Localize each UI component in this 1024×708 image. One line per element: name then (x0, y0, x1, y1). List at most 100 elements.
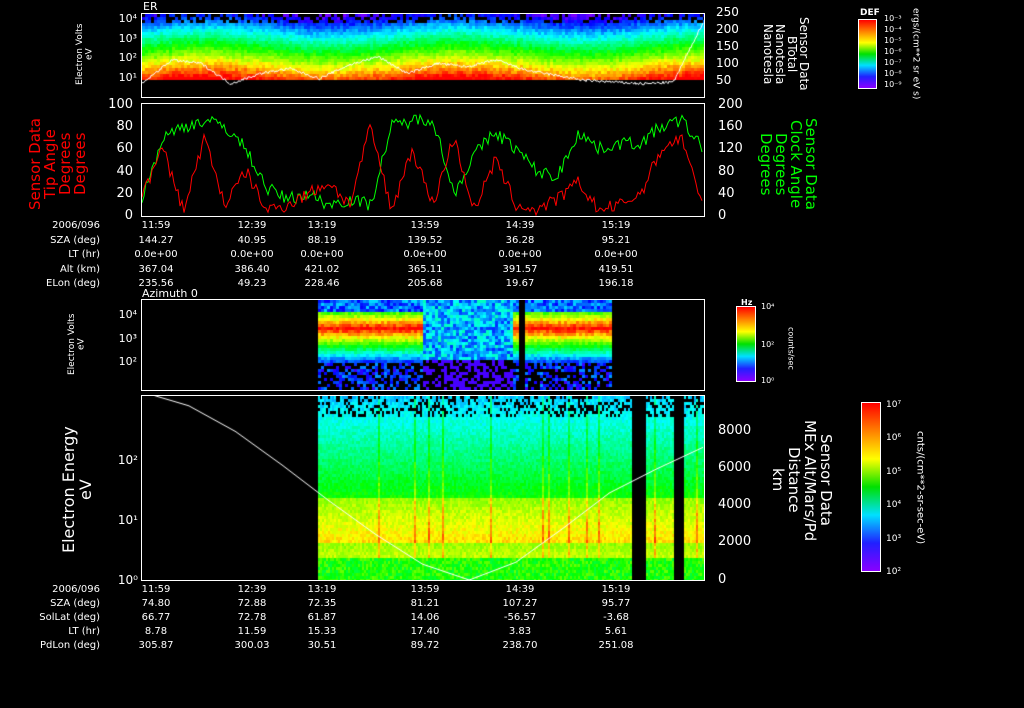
axis-label-line: Degrees (757, 132, 775, 196)
tick-label: 10² (118, 355, 137, 368)
colorbar-def (858, 19, 877, 89)
cell: 72.78 (237, 612, 267, 623)
cell: 13:59 (410, 220, 440, 231)
cell: 74.80 (141, 598, 171, 609)
tick-label: 120 (718, 141, 743, 156)
cell: 305.87 (138, 640, 174, 651)
cell: 238.70 (502, 640, 538, 651)
cell: 30.51 (307, 640, 337, 651)
cbar1-title: DEF (860, 8, 880, 18)
row-label: Alt (km) (59, 263, 100, 275)
row-label: ELon (deg) (46, 278, 100, 289)
tick-label: 50 (716, 73, 732, 87)
table-row: LT (hr) 8.78 11.59 15.33 17.40 3.83 5.61 (0, 626, 700, 639)
cell: 0.0e+00 (230, 249, 274, 260)
cell: 40.95 (237, 234, 267, 246)
tick-label: 10¹ (118, 71, 137, 84)
cbar3-unit: counts/sec (786, 326, 796, 370)
panel1-rlabel: Sensor Data BTotal Nanotesla Nanotesla (761, 16, 811, 92)
colorbar-hz (736, 306, 756, 382)
cell: 72.35 (307, 598, 337, 609)
cell: 0.0e+00 (403, 249, 447, 260)
cell: 81.21 (410, 598, 440, 609)
cell: 72.88 (237, 598, 267, 609)
cell: 14:39 (505, 220, 535, 231)
tick-label: 10³ (118, 32, 137, 45)
cell: 13:59 (410, 584, 440, 595)
panel1-frame (141, 13, 705, 98)
axis-label-line: km (769, 468, 787, 492)
cell: 13:19 (307, 220, 337, 231)
tick-label: 60 (116, 141, 133, 156)
cell: -56.57 (503, 612, 537, 623)
row-label: LT (hr) (68, 249, 100, 260)
cell: 12:39 (237, 584, 267, 595)
cell: 14.06 (410, 612, 440, 623)
cell: 12:39 (237, 220, 267, 231)
tick-label: 10⁶ (886, 433, 902, 443)
tick-label: 10⁻⁹ (884, 80, 902, 89)
tick-label: 20 (116, 186, 133, 201)
cell: 89.72 (410, 640, 440, 651)
cell: 196.18 (598, 278, 634, 289)
tick-label: 200 (716, 22, 739, 36)
cell: 0.0e+00 (134, 249, 178, 260)
cell: 205.68 (407, 278, 443, 289)
cell: 139.52 (407, 234, 443, 246)
cell: 421.02 (304, 263, 340, 275)
cell: 300.03 (234, 640, 270, 651)
table-row: SolLat (deg) 66.77 72.78 61.87 14.06 -56.57 -3… (0, 612, 700, 625)
row-label: SZA (deg) (50, 598, 100, 609)
cell: 107.27 (502, 598, 538, 609)
cell: 88.19 (307, 234, 337, 246)
cbar1-unit: ergs/(cm**2 sr eV s) (910, 8, 921, 100)
cell: 66.77 (141, 612, 171, 623)
panel1-title: ER (143, 0, 158, 13)
cell: 49.23 (237, 278, 267, 289)
table-row: SZA (deg) 144.27 40.95 88.19 139.52 36.28 95.2… (0, 235, 700, 248)
panel3-frame (141, 299, 705, 391)
tick-label: 160 (718, 119, 743, 134)
axis-label-line: BTotal (785, 35, 799, 73)
cell: 19.67 (505, 278, 535, 289)
tick-label: 2000 (718, 534, 752, 549)
table-row: Alt (km) 367.04 386.40 421.02 365.11 391.57 41… (0, 264, 700, 277)
cell: 95.21 (601, 234, 631, 246)
tick-label: 10⁴ (886, 500, 902, 510)
cell: 0.0e+00 (498, 249, 542, 260)
panel2-frame (141, 103, 705, 217)
cell: 11.59 (237, 626, 267, 637)
cbar4-unit: cnts/(cm**2-sr-sec-eV) (914, 431, 926, 545)
cell: 95.77 (601, 598, 631, 609)
tick-label: 10² (886, 567, 902, 577)
tip-angle-label: Sensor Data Tip Angle Degrees Degrees (26, 112, 89, 216)
tick-label: 10⁵ (886, 467, 902, 477)
cell: 61.87 (307, 612, 337, 623)
tick-label: 40 (116, 164, 133, 179)
cell: 11:59 (141, 584, 171, 595)
tick-label: 10³ (886, 534, 902, 544)
row-label: LT (hr) (68, 626, 100, 637)
cell: 13:19 (307, 584, 337, 595)
tick-label: 10² (117, 453, 138, 467)
row-label: 2006/096 (52, 584, 100, 595)
cell: 228.46 (304, 278, 340, 289)
panel3-ylabel: Electron Volts eV (67, 313, 87, 375)
tick-label: 150 (716, 39, 739, 53)
cell: 15.33 (307, 626, 337, 637)
tick-label: 40 (718, 186, 735, 201)
tick-label: 10² (761, 340, 775, 349)
tick-label: 10¹ (117, 513, 138, 527)
panel4-ylabel: Electron Energy eV (59, 426, 95, 554)
cell: 391.57 (502, 263, 538, 275)
cell: 14:39 (505, 584, 535, 595)
row-label: 2006/096 (52, 220, 100, 231)
cell: 3.83 (508, 626, 532, 637)
cell: 15:19 (601, 584, 631, 595)
cell: 365.11 (407, 263, 443, 275)
cell: 36.28 (505, 234, 535, 246)
axis-label-line: MEx Alt/Mars/Pd (801, 420, 819, 542)
row-label: PdLon (deg) (39, 640, 100, 651)
cell: 17.40 (410, 626, 440, 637)
cell: 251.08 (598, 640, 634, 651)
